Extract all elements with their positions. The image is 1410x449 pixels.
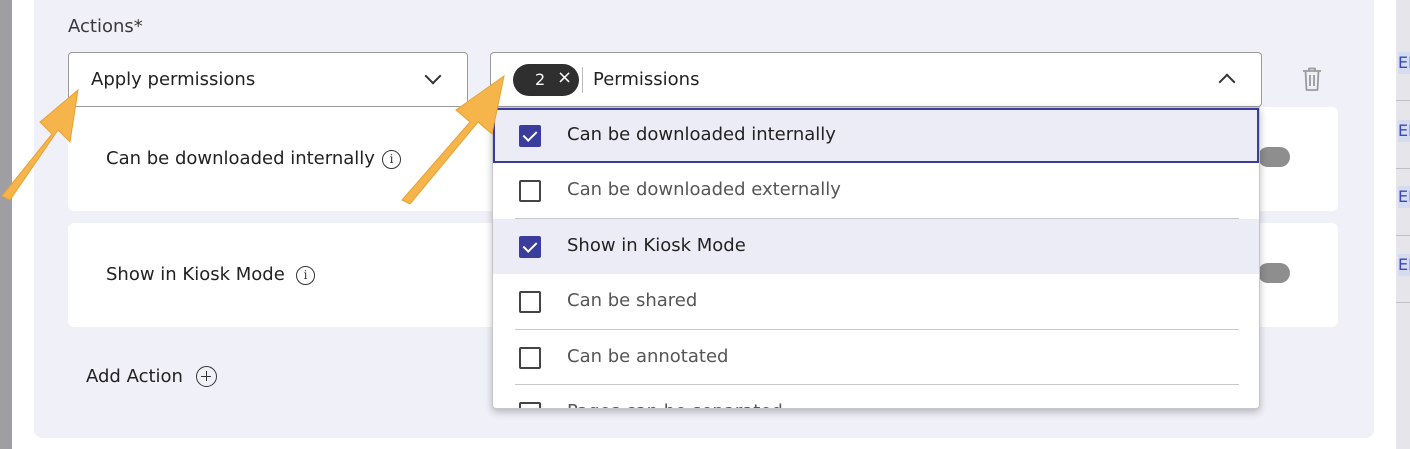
option-label: Can be downloaded internally	[567, 124, 836, 145]
close-icon[interactable]: ×	[557, 67, 572, 88]
option-label: Can be annotated	[567, 346, 729, 367]
right-edge-divider	[1396, 302, 1410, 303]
permission-toggle[interactable]	[1258, 263, 1290, 283]
permission-card-label: Show in Kiosk Mode	[106, 264, 285, 285]
option-label: Can be downloaded externally	[567, 179, 841, 200]
dropdown-option-kiosk-mode[interactable]: Show in Kiosk Mode	[493, 219, 1259, 274]
checkbox-icon[interactable]	[519, 180, 541, 202]
right-edge-tag: ED	[1398, 254, 1410, 276]
right-edge-divider	[1396, 235, 1410, 236]
checkbox-icon[interactable]	[519, 402, 541, 408]
checkbox-icon[interactable]	[519, 125, 541, 147]
right-edge-divider	[1396, 100, 1410, 101]
permission-card-label: Can be downloaded internally	[106, 148, 375, 169]
right-edge-divider	[1396, 168, 1410, 169]
action-type-value: Apply permissions	[91, 69, 256, 90]
action-type-select[interactable]: Apply permissions	[68, 52, 468, 107]
option-label: Show in Kiosk Mode	[567, 235, 746, 256]
checkbox-icon[interactable]	[519, 347, 541, 369]
checkbox-icon[interactable]	[519, 236, 541, 258]
permissions-dropdown: Can be downloaded internally Can be down…	[492, 107, 1260, 409]
left-backdrop	[0, 0, 12, 449]
add-action-button[interactable]: Add Action	[86, 366, 183, 387]
info-icon[interactable]: i	[296, 266, 315, 285]
right-edge-tag: ED	[1398, 186, 1410, 208]
permissions-select[interactable]: 2 × Permissions	[490, 52, 1262, 107]
add-circle-icon[interactable]	[196, 366, 217, 387]
dropdown-option-downloaded-externally[interactable]: Can be downloaded externally	[493, 163, 1259, 218]
dropdown-option-can-be-shared[interactable]: Can be shared	[493, 274, 1259, 329]
permissions-placeholder: Permissions	[593, 69, 700, 90]
permission-toggle[interactable]	[1258, 147, 1290, 167]
trash-icon[interactable]	[1300, 66, 1324, 92]
selected-count: 2	[535, 70, 546, 89]
chip-separator	[582, 67, 583, 93]
option-label: Pages can be separated	[567, 401, 783, 408]
actions-label: Actions*	[68, 16, 143, 37]
right-edge-tag: ED	[1398, 120, 1410, 142]
dropdown-option-downloaded-internally[interactable]: Can be downloaded internally	[493, 108, 1259, 163]
dropdown-option-can-be-annotated[interactable]: Can be annotated	[493, 330, 1259, 385]
chevron-up-icon	[1218, 73, 1236, 91]
option-label: Can be shared	[567, 290, 698, 311]
info-icon[interactable]: i	[382, 150, 401, 169]
right-edge-tag: ED	[1398, 52, 1410, 74]
dropdown-option-pages-separated[interactable]: Pages can be separated	[493, 385, 1259, 408]
selected-count-chip[interactable]: 2 ×	[513, 64, 579, 96]
chevron-down-icon	[424, 67, 442, 85]
checkbox-icon[interactable]	[519, 291, 541, 313]
